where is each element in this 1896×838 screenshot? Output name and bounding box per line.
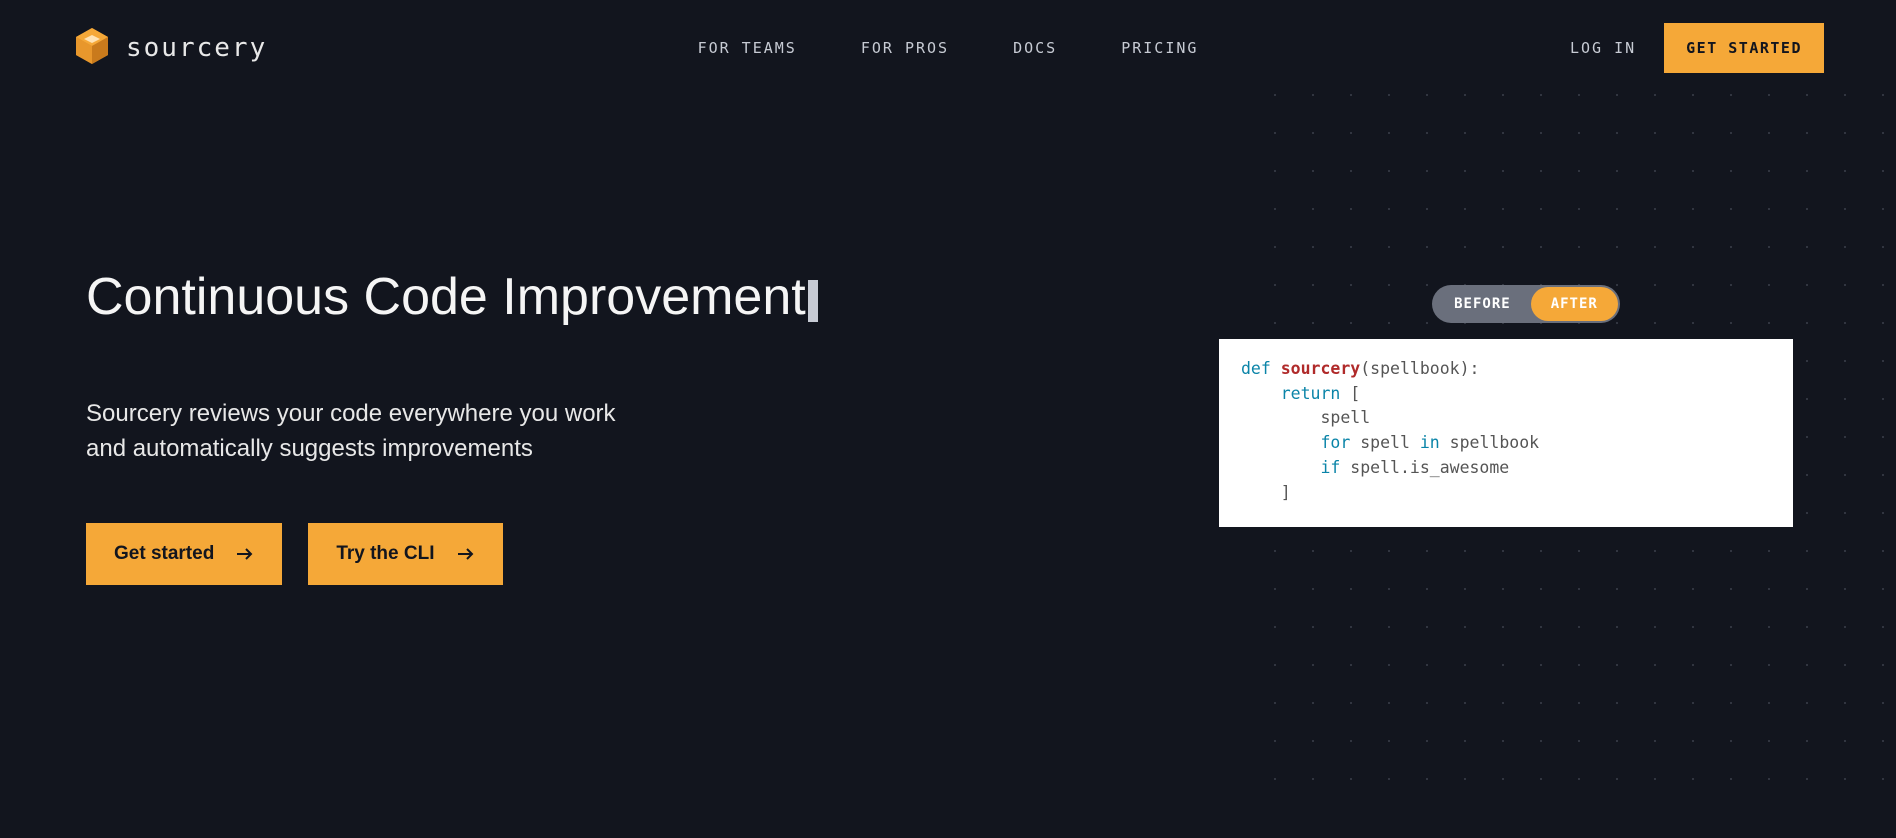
try-cli-label: Try the CLI [336,543,434,565]
code-content: def sourcery(spellbook): return [ spell … [1241,357,1771,506]
nav-pricing[interactable]: PRICING [1121,39,1198,57]
hero-left: Continuous Code Improvement Sourcery rev… [86,227,982,585]
nav-for-teams[interactable]: FOR TEAMS [698,39,797,57]
code-preview: def sourcery(spellbook): return [ spell … [1219,339,1793,528]
login-link[interactable]: LOG IN [1570,39,1636,57]
header-actions: LOG IN GET STARTED [1570,23,1824,73]
get-started-button[interactable]: Get started [86,523,282,585]
try-cli-button[interactable]: Try the CLI [308,523,502,585]
nav-for-pros[interactable]: FOR PROS [861,39,949,57]
logo[interactable]: sourcery [72,26,267,71]
before-after-toggle: BEFORE AFTER [1432,285,1620,323]
arrow-right-icon [457,547,475,561]
brand-name: sourcery [126,33,267,63]
hero-right: BEFORE AFTER def sourcery(spellbook): re… [1156,96,1896,716]
toggle-after[interactable]: AFTER [1531,287,1618,321]
hero-title: Continuous Code Improvement [86,267,818,327]
main-nav: FOR TEAMS FOR PROS DOCS PRICING [698,39,1199,57]
hero-actions: Get started Try the CLI [86,523,982,585]
get-started-header-button[interactable]: GET STARTED [1664,23,1824,73]
arrow-right-icon [236,547,254,561]
nav-docs[interactable]: DOCS [1013,39,1057,57]
hero: Continuous Code Improvement Sourcery rev… [0,96,1896,716]
hero-title-text: Continuous Code Improvement [86,268,806,326]
typing-cursor-icon [808,280,818,322]
get-started-label: Get started [114,543,214,565]
toggle-before[interactable]: BEFORE [1434,287,1531,321]
hero-description: Sourcery reviews your code everywhere yo… [86,397,646,467]
logo-hexagon-icon [72,26,112,71]
